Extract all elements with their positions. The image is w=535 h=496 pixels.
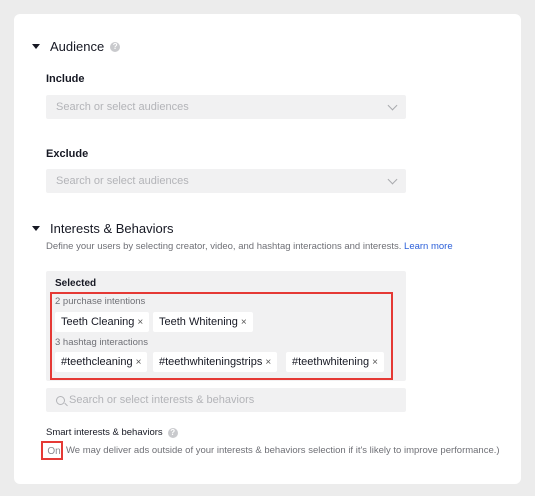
chip-hashtag-teethwhiteningstrips: #teethwhiteningstrips × — [153, 352, 278, 372]
remove-icon[interactable]: × — [241, 317, 247, 328]
include-audience-select[interactable]: Search or select audiences — [46, 95, 406, 119]
smart-interests-title: Smart interests & behaviors — [46, 427, 163, 438]
exclude-audience-select[interactable]: Search or select audiences — [46, 169, 406, 193]
learn-more-link[interactable]: Learn more — [404, 241, 453, 252]
chip-hashtag-teethwhitening: #teethwhitening × — [286, 352, 384, 372]
include-placeholder: Search or select audiences — [56, 101, 189, 113]
smart-interests-label: Smart interests & behaviors ? — [46, 427, 178, 438]
chevron-down-icon — [387, 100, 398, 110]
include-label: Include — [46, 73, 85, 85]
help-icon[interactable]: ? — [110, 41, 121, 52]
interests-search-placeholder: Search or select interests & behaviors — [69, 394, 255, 406]
chip-hashtag-teethcleaning: #teethcleaning × — [55, 352, 148, 372]
chip-label: Teeth Cleaning — [61, 316, 135, 328]
audience-title: Audience — [50, 39, 105, 54]
exclude-placeholder: Search or select audiences — [56, 175, 189, 187]
toggle-highlight-box — [41, 441, 63, 460]
chip-label: #teethcleaning — [61, 356, 133, 368]
collapse-caret-icon[interactable] — [32, 44, 40, 49]
chip-teeth-cleaning: Teeth Cleaning × — [55, 312, 150, 332]
purchase-group-label: 2 purchase intentions — [55, 296, 146, 307]
exclude-label: Exclude — [46, 148, 89, 160]
chip-label: #teethwhitening — [292, 356, 370, 368]
remove-icon[interactable]: × — [136, 357, 142, 368]
selected-label: Selected — [55, 278, 97, 289]
collapse-caret-icon[interactable] — [32, 226, 40, 231]
chip-label: Teeth Whitening — [159, 316, 238, 328]
hashtag-group-label: 3 hashtag interactions — [55, 337, 148, 348]
remove-icon[interactable]: × — [137, 317, 143, 328]
interests-search-input[interactable]: Search or select interests & behaviors — [46, 388, 406, 412]
targeting-card: Audience ? Include Search or select audi… — [14, 14, 521, 484]
interests-title: Interests & Behaviors — [50, 221, 174, 236]
chevron-down-icon — [387, 174, 398, 184]
audience-section-header[interactable]: Audience ? — [32, 39, 121, 54]
remove-icon[interactable]: × — [265, 357, 271, 368]
chip-teeth-whitening: Teeth Whitening × — [153, 312, 253, 332]
interests-section-header[interactable]: Interests & Behaviors — [32, 221, 174, 236]
chip-label: #teethwhiteningstrips — [159, 356, 263, 368]
smart-interests-description: We may deliver ads outside of your inter… — [66, 445, 500, 456]
interests-description-text: Define your users by selecting creator, … — [46, 241, 402, 252]
interests-description: Define your users by selecting creator, … — [46, 241, 453, 252]
search-icon — [56, 395, 65, 405]
remove-icon[interactable]: × — [372, 357, 378, 368]
help-icon[interactable]: ? — [167, 427, 178, 438]
